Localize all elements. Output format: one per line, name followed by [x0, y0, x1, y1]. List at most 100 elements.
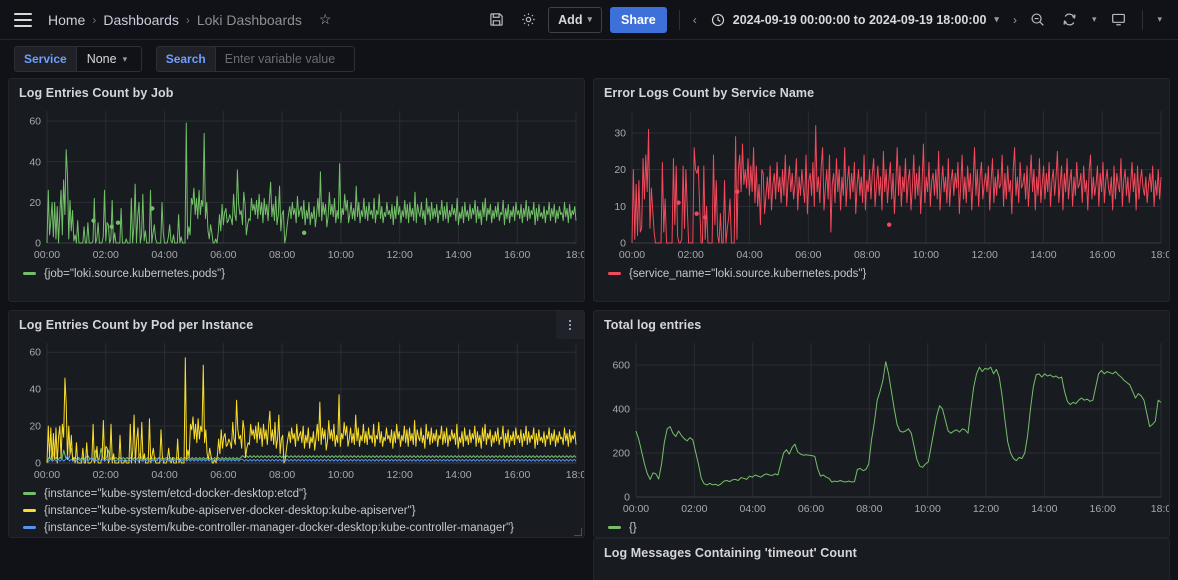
gear-icon[interactable] [515, 7, 541, 33]
add-button-label: Add [558, 13, 582, 27]
toolbar-divider [1142, 10, 1143, 30]
legend-item[interactable]: {instance="kube-system/kube-controller-m… [23, 519, 584, 536]
svg-text:12:00: 12:00 [387, 469, 413, 481]
panel-total-log-entries: Total log entries 020040060000:0002:0004… [593, 310, 1170, 538]
panel-plot[interactable]: 020040060000:0002:0004:0006:0008:0010:00… [594, 335, 1169, 517]
svg-text:04:00: 04:00 [740, 503, 766, 515]
panel-legend: {job="loki.source.kubernetes.pods"} [9, 263, 584, 288]
legend-item[interactable]: {service_name="loki.source.kubernetes.po… [608, 265, 1169, 282]
svg-text:08:00: 08:00 [854, 249, 880, 261]
svg-text:02:00: 02:00 [93, 469, 119, 481]
svg-text:14:00: 14:00 [1030, 249, 1056, 261]
legend-color-swatch [608, 526, 621, 529]
svg-text:10:00: 10:00 [913, 249, 939, 261]
panel-legend: {instance="kube-system/etcd-docker-deskt… [9, 483, 584, 538]
legend-item[interactable]: {instance="kube-system/etcd-docker-deskt… [23, 485, 584, 502]
svg-text:14:00: 14:00 [1031, 503, 1057, 515]
svg-text:04:00: 04:00 [736, 249, 762, 261]
star-icon[interactable]: ☆ [319, 11, 332, 28]
clock-icon [711, 13, 725, 27]
timeseries-chart[interactable]: 020406000:0002:0004:0006:0008:0010:0012:… [9, 103, 584, 263]
svg-text:20: 20 [29, 197, 41, 209]
svg-text:60: 60 [29, 116, 41, 128]
svg-text:0: 0 [35, 238, 41, 250]
timeseries-chart[interactable]: 010203000:0002:0004:0006:0008:0010:0012:… [594, 103, 1169, 263]
legend-color-swatch [23, 272, 36, 275]
svg-text:10:00: 10:00 [328, 249, 354, 261]
more-options-chevron-icon[interactable]: ▾ [1151, 14, 1168, 25]
svg-text:08:00: 08:00 [856, 503, 882, 515]
chevron-down-icon: ▾ [123, 54, 128, 65]
legend-item[interactable]: {} [608, 519, 1169, 536]
svg-text:18:0: 18:0 [1151, 503, 1169, 515]
chevron-down-icon: ▾ [587, 14, 592, 25]
tv-icon[interactable] [1105, 7, 1131, 33]
svg-text:14:00: 14:00 [445, 249, 471, 261]
panel-plot[interactable]: 020406000:0002:0004:0006:0008:0010:0012:… [9, 335, 584, 483]
svg-text:40: 40 [29, 156, 41, 168]
dashboard-grid: Log Entries Count by Job 020406000:0002:… [0, 78, 1178, 580]
refresh-interval-chevron-icon[interactable]: ▾ [1086, 14, 1103, 25]
breadcrumb-item-loki-dashboards[interactable]: Loki Dashboards [197, 12, 302, 28]
svg-text:400: 400 [612, 404, 630, 416]
svg-text:16:00: 16:00 [504, 249, 530, 261]
svg-text:12:00: 12:00 [387, 249, 413, 261]
chevron-down-icon: ▾ [994, 14, 999, 25]
timeseries-chart[interactable]: 020406000:0002:0004:0006:0008:0010:0012:… [9, 335, 584, 483]
add-button[interactable]: Add ▾ [548, 7, 602, 33]
breadcrumb-separator-icon: › [92, 13, 96, 27]
svg-text:60: 60 [29, 347, 41, 359]
svg-text:00:00: 00:00 [34, 469, 60, 481]
svg-text:02:00: 02:00 [681, 503, 707, 515]
svg-text:00:00: 00:00 [619, 249, 645, 261]
refresh-icon[interactable] [1057, 7, 1083, 33]
breadcrumb-item-home[interactable]: Home [48, 12, 85, 28]
svg-text:18:0: 18:0 [566, 249, 584, 261]
legend-series-label: {service_name="loki.source.kubernetes.po… [629, 268, 866, 280]
svg-text:02:00: 02:00 [93, 249, 119, 261]
svg-text:200: 200 [612, 448, 630, 460]
share-button[interactable]: Share [610, 7, 667, 33]
panel-legend: {service_name="loki.source.kubernetes.po… [594, 263, 1169, 288]
zoom-out-icon[interactable] [1025, 7, 1051, 33]
search-input[interactable] [215, 46, 355, 72]
svg-text:0: 0 [624, 492, 630, 504]
svg-text:06:00: 06:00 [798, 503, 824, 515]
svg-text:06:00: 06:00 [210, 469, 236, 481]
svg-text:18:0: 18:0 [566, 469, 584, 481]
variables-bar: Service None ▾ Search [0, 40, 1178, 78]
time-range-picker[interactable]: 2024-09-19 00:00:00 to 2024-09-19 18:00:… [702, 7, 1008, 33]
legend-series-label: {job="loki.source.kubernetes.pods"} [44, 268, 225, 280]
svg-text:06:00: 06:00 [210, 249, 236, 261]
legend-color-swatch [23, 492, 36, 495]
svg-text:20: 20 [29, 421, 41, 433]
panel-log-messages-containing-timeout-count: Log Messages Containing 'timeout' Count [593, 538, 1170, 580]
breadcrumb-item-dashboards[interactable]: Dashboards [103, 12, 179, 28]
timeseries-chart[interactable]: 020040060000:0002:0004:0006:0008:0010:00… [594, 335, 1169, 517]
legend-item[interactable]: {instance="kube-system/kube-apiserver-do… [23, 502, 584, 519]
variable-select-service[interactable]: None ▾ [76, 46, 142, 72]
svg-text:00:00: 00:00 [623, 503, 649, 515]
breadcrumb-separator-icon: › [186, 13, 190, 27]
top-navigation-bar: Home › Dashboards › Loki Dashboards ☆ Ad… [0, 0, 1178, 40]
time-shift-forward-button[interactable]: › [1008, 13, 1022, 27]
panel-log-entries-count-by-pod-per-instance: Log Entries Count by Pod per Instance 02… [8, 310, 585, 538]
svg-text:14:00: 14:00 [445, 469, 471, 481]
legend-color-swatch [23, 526, 36, 529]
variable-label-service: Service [14, 46, 76, 72]
svg-text:10:00: 10:00 [328, 469, 354, 481]
legend-item[interactable]: {job="loki.source.kubernetes.pods"} [23, 265, 584, 282]
svg-text:12:00: 12:00 [972, 249, 998, 261]
legend-color-swatch [608, 272, 621, 275]
hamburger-icon[interactable] [14, 13, 32, 27]
legend-series-label: {} [629, 522, 637, 534]
time-shift-back-button[interactable]: ‹ [688, 13, 702, 27]
svg-text:08:00: 08:00 [269, 469, 295, 481]
svg-text:16:00: 16:00 [504, 469, 530, 481]
svg-text:16:00: 16:00 [1090, 503, 1116, 515]
save-icon[interactable] [483, 7, 509, 33]
panel-plot[interactable]: 020406000:0002:0004:0006:0008:0010:0012:… [9, 103, 584, 263]
svg-text:10: 10 [614, 201, 626, 213]
panel-plot[interactable]: 010203000:0002:0004:0006:0008:0010:0012:… [594, 103, 1169, 263]
panel-resize-handle[interactable] [574, 528, 582, 536]
